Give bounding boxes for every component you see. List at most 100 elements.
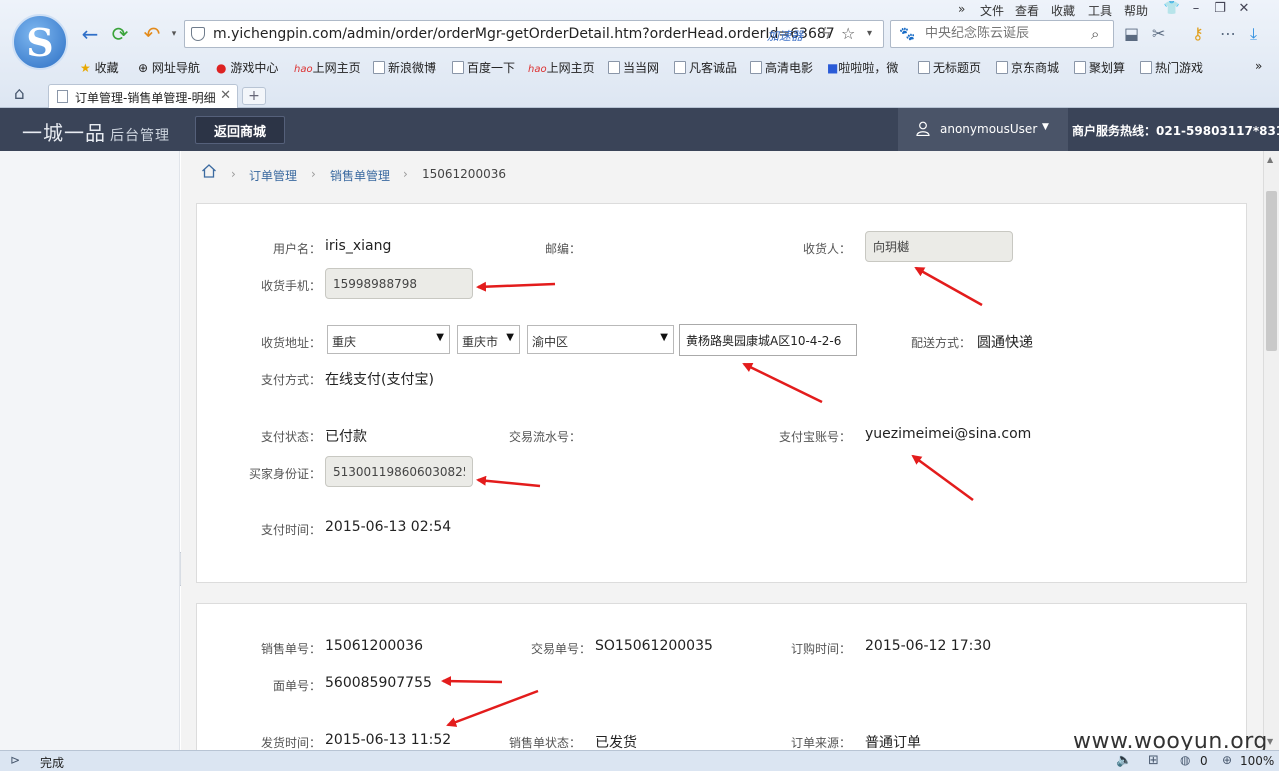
sidebar-play-icon[interactable]: ⊳ — [10, 753, 20, 767]
scroll-down-icon[interactable]: ▼ — [1267, 737, 1273, 746]
pay-method-label: 支付方式： — [260, 373, 321, 387]
page-icon — [750, 61, 762, 74]
bookmark-hot-games[interactable]: 热门游戏 — [1140, 59, 1203, 76]
close-window-icon[interactable]: ✕ — [1234, 1, 1254, 17]
breadcrumb-order-mgmt[interactable]: 订单管理 — [249, 167, 297, 184]
search-box[interactable]: 🐾 ⌕ — [890, 20, 1114, 48]
search-engine-icon[interactable]: 🐾 — [899, 27, 915, 42]
back-to-store-button[interactable]: 返回商城 — [195, 116, 285, 144]
bookmark-juhuasuan[interactable]: 聚划算 — [1074, 59, 1125, 76]
bookmark-games[interactable]: ● 游戏中心 — [216, 59, 278, 76]
mobile-field[interactable] — [325, 268, 473, 299]
download-icon[interactable]: ⤓ — [1250, 24, 1257, 44]
bookmark-dangdang[interactable]: 当当网 — [608, 59, 659, 76]
tab-order-detail[interactable]: 订单管理-销售单管理-明细 ✕ — [48, 84, 238, 108]
breadcrumb-separator: › — [231, 167, 236, 181]
search-input[interactable] — [925, 26, 1085, 41]
zoom-icon[interactable]: ⊕ — [1222, 753, 1232, 767]
volume-icon[interactable]: 🔈 — [1116, 753, 1132, 768]
home-icon[interactable]: ⌂ — [14, 84, 25, 104]
bookmark-nav[interactable]: ⊕ 网址导航 — [138, 59, 200, 76]
scroll-up-icon[interactable]: ▲ — [1267, 155, 1273, 164]
menu-overflow-icon[interactable]: » — [958, 2, 965, 16]
accelerator-label[interactable]: 加速器 — [767, 27, 803, 44]
receiver-field[interactable] — [865, 231, 1013, 262]
skin-icon[interactable]: 👕 — [1162, 1, 1182, 17]
zoom-level[interactable]: 100% — [1240, 754, 1274, 768]
address-bar[interactable]: m.yichengpin.com/admin/order/orderMgr-ge… — [184, 20, 884, 48]
chevron-down-icon: ▼ — [436, 332, 444, 343]
sale-no-label: 销售单号： — [260, 642, 321, 656]
pay-status-value: 已付款 — [325, 429, 367, 445]
user-menu[interactable]: anonymousUser ▼ — [898, 108, 1068, 151]
hao-icon: hao — [294, 64, 313, 75]
hao-icon: hao — [528, 64, 547, 75]
brand-logo[interactable]: 一城一品 后台管理 — [22, 117, 170, 146]
home-icon[interactable] — [201, 163, 217, 179]
app-header: 一城一品 后台管理 返回商城 anonymousUser ▼ 商户服务热线：021… — [0, 108, 1279, 151]
star-icon: ★ — [80, 61, 91, 75]
page-icon — [608, 61, 620, 74]
chevron-down-icon: ▼ — [1042, 122, 1049, 132]
bookmark-vancl[interactable]: 凡客诚品 — [674, 59, 737, 76]
url-text[interactable]: m.yichengpin.com/admin/order/orderMgr-ge… — [213, 26, 835, 42]
menu-tools[interactable]: 工具 — [1088, 2, 1112, 19]
order-time-value: 2015-06-12 17:30 — [865, 638, 992, 654]
refresh-icon[interactable]: ⟳ — [108, 22, 132, 46]
city-select[interactable]: 重庆市 ▼ — [457, 325, 520, 354]
download-count: 0 — [1200, 754, 1208, 768]
search-icon[interactable]: ⌕ — [1091, 25, 1099, 43]
sidebar-toggle-icon[interactable]: ⬓ — [1124, 24, 1139, 43]
scissors-icon[interactable]: ✂ — [1152, 24, 1165, 43]
bookmark-movies[interactable]: 高清电影 — [750, 59, 813, 76]
bookmark-home2[interactable]: hao上网主页 — [528, 59, 595, 76]
pay-time-value: 2015-06-13 02:54 — [325, 519, 452, 535]
id-card-field[interactable] — [325, 456, 473, 487]
network-icon[interactable]: ⊞ — [1148, 753, 1159, 768]
province-select[interactable]: 重庆 ▼ — [327, 325, 450, 354]
menu-favorites[interactable]: 收藏 — [1051, 2, 1075, 19]
breadcrumb-separator: › — [311, 167, 316, 181]
chevron-down-icon: ▼ — [660, 332, 668, 343]
close-tab-icon[interactable]: ✕ — [220, 88, 231, 103]
username-label: 用户名： — [272, 242, 321, 256]
street-address-field[interactable] — [679, 324, 857, 356]
waybill-label: 面单号： — [272, 679, 321, 693]
user-icon — [916, 121, 930, 136]
bookmark-home1[interactable]: hao上网主页 — [294, 59, 361, 76]
back-arrow-icon[interactable]: ← — [78, 22, 102, 46]
restore-icon[interactable]: ❐ — [1210, 1, 1230, 17]
undo-close-icon[interactable]: ↶ — [140, 22, 164, 46]
undo-dropdown-icon[interactable]: ▾ — [162, 22, 186, 46]
page-scrollbar[interactable]: ▲ ▼ — [1263, 151, 1279, 750]
breadcrumb-sales-order-mgmt[interactable]: 销售单管理 — [330, 167, 390, 184]
menu-file[interactable]: 文件 — [980, 2, 1004, 19]
bookmark-weibo[interactable]: 新浪微博 — [373, 59, 436, 76]
browser-toolbar: » 文件 查看 收藏 工具 帮助 👕 – ❐ ✕ ← ⟳ ↶ ▾ m.yiche… — [0, 0, 1279, 108]
lightning-icon[interactable]: ϟ — [821, 24, 832, 43]
scroll-thumb[interactable] — [1266, 191, 1277, 351]
url-dropdown-icon[interactable]: ▾ — [867, 28, 872, 39]
left-sidebar — [0, 151, 180, 750]
more-icon[interactable]: ⋯ — [1220, 24, 1236, 43]
bookmark-lalala[interactable]: ■啦啦啦，微 — [827, 59, 898, 76]
bookmark-baidu[interactable]: 百度一下 — [452, 59, 515, 76]
delivery-value: 圆通快递 — [977, 335, 1033, 351]
new-tab-button[interactable]: + — [242, 87, 266, 105]
district-select[interactable]: 渝中区 ▼ — [527, 325, 674, 354]
downloads-icon[interactable]: ◍ — [1180, 753, 1190, 767]
pay-status-label: 支付状态： — [260, 430, 321, 444]
order-info-panel: 销售单号： 15061200036 交易单号： SO15061200035 订购… — [196, 603, 1247, 750]
minimize-icon[interactable]: – — [1186, 1, 1206, 17]
menu-help[interactable]: 帮助 — [1124, 2, 1148, 19]
bookmarks-overflow-icon[interactable]: » — [1255, 59, 1262, 73]
key-icon[interactable]: ⚷ — [1192, 24, 1204, 43]
breadcrumb-current: 15061200036 — [422, 167, 506, 181]
star-icon[interactable]: ☆ — [841, 24, 855, 43]
security-shield-icon — [191, 27, 205, 41]
bookmark-jd[interactable]: 京东商城 — [996, 59, 1059, 76]
merchant-hotline: 商户服务热线：021-59803117*831 — [1072, 124, 1279, 138]
bookmark-favorites[interactable]: ★ 收藏 — [80, 59, 119, 76]
menu-view[interactable]: 查看 — [1015, 2, 1039, 19]
bookmark-untitled[interactable]: 无标题页 — [918, 59, 981, 76]
